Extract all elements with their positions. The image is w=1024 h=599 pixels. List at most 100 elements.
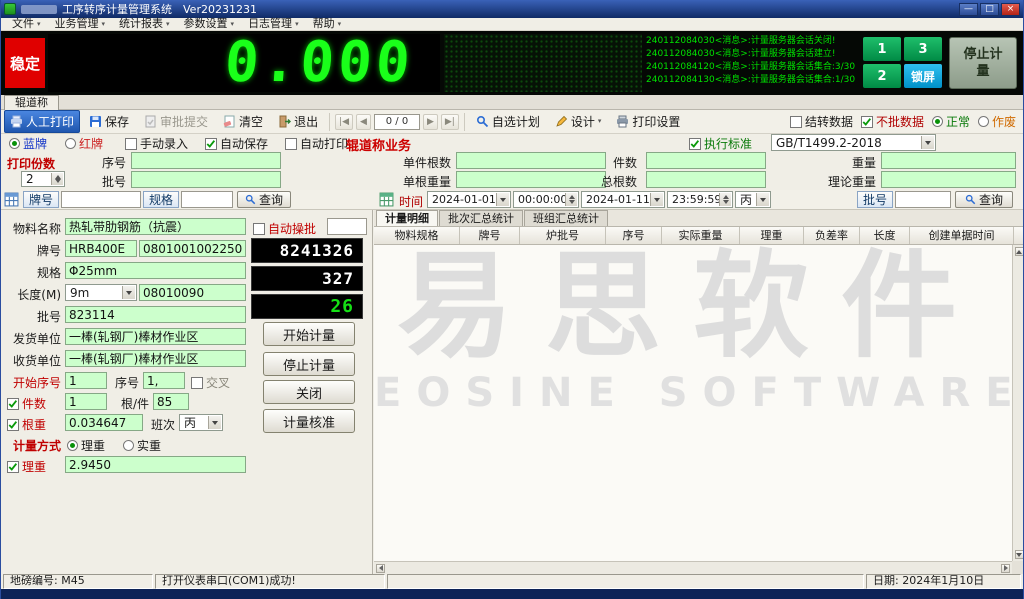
submit-approval-button[interactable]: 审批提交 — [138, 110, 214, 133]
verify-measure-button[interactable]: 计量核准 — [263, 409, 355, 433]
blue-card-radio[interactable] — [9, 138, 20, 149]
bar-weight-checkbox[interactable] — [7, 419, 19, 431]
minimize-button[interactable]: — — [959, 3, 978, 16]
menu-file[interactable]: 文件▾ — [5, 18, 48, 31]
lock-screen-button[interactable]: 锁屏 — [904, 64, 942, 88]
maximize-button[interactable]: □ — [980, 3, 999, 16]
menu-reports[interactable]: 统计报表▾ — [112, 18, 177, 31]
spinner-arrows-icon[interactable] — [719, 193, 731, 206]
brand-code-input[interactable] — [139, 240, 246, 257]
brand-query-input[interactable] — [61, 191, 141, 208]
carryover-checkbox[interactable] — [790, 116, 802, 128]
spec-query-button[interactable]: 规格 — [143, 191, 179, 208]
material-input[interactable] — [65, 218, 246, 235]
column-material-spec[interactable]: 物料规格 — [374, 227, 460, 244]
void-radio[interactable] — [978, 116, 989, 127]
auto-batch-checkbox[interactable] — [253, 223, 265, 235]
weight-input[interactable] — [881, 152, 1016, 169]
length-select[interactable]: 9m — [65, 284, 137, 301]
column-theory-weight[interactable]: 理重 — [740, 227, 804, 244]
standard-select[interactable]: GB/T1499.2-2018 — [771, 134, 936, 151]
start-seq-input[interactable] — [65, 372, 107, 389]
nav-next-button[interactable]: ▶ — [423, 114, 438, 130]
batch-query-input[interactable] — [895, 191, 951, 208]
spinner-arrows-icon[interactable] — [565, 193, 577, 206]
brand-input[interactable] — [65, 240, 137, 257]
manual-entry-checkbox[interactable] — [125, 138, 137, 150]
close-panel-button[interactable]: 关闭 — [263, 380, 355, 404]
theory-weight-value-input[interactable] — [65, 456, 246, 473]
print-setup-button[interactable]: 打印设置 — [610, 110, 686, 133]
seq-input[interactable] — [131, 152, 281, 169]
shift-select[interactable]: 丙 — [179, 414, 223, 431]
nav-first-button[interactable]: |◀ — [335, 114, 353, 130]
standard-checkbox[interactable] — [689, 138, 701, 150]
menu-settings[interactable]: 参数设置▾ — [177, 18, 242, 31]
normal-radio[interactable] — [932, 116, 943, 127]
time-from-stepper[interactable]: 00:00:00 — [513, 191, 579, 208]
column-deviation[interactable]: 负差率 — [804, 227, 860, 244]
menu-help[interactable]: 帮助▾ — [306, 18, 349, 31]
batch-input[interactable] — [131, 171, 281, 188]
start-measure-button[interactable]: 开始计量 — [263, 322, 355, 346]
receiver-input[interactable] — [65, 350, 246, 367]
method-theory-radio[interactable] — [67, 440, 78, 451]
time-to-stepper[interactable]: 23:59:59 — [667, 191, 733, 208]
clear-button[interactable]: 清空 — [217, 110, 269, 133]
date-from-picker[interactable]: 2024-01-01 — [427, 191, 511, 208]
column-seq[interactable]: 序号 — [606, 227, 662, 244]
batch-query-button[interactable]: 批号 — [857, 191, 893, 208]
pieces-checkbox[interactable] — [7, 398, 19, 410]
auto-print-checkbox[interactable] — [285, 138, 297, 150]
plan-select-button[interactable]: 自选计划 — [470, 110, 546, 133]
total-bars-input[interactable] — [646, 171, 766, 188]
save-button[interactable]: 保存 — [83, 110, 135, 133]
scroll-left-button[interactable] — [376, 564, 385, 573]
column-actual-weight[interactable]: 实际重量 — [662, 227, 740, 244]
method-actual-radio[interactable] — [123, 440, 134, 451]
column-furnace-batch[interactable]: 炉批号 — [520, 227, 606, 244]
tab-shift-summary[interactable]: 班组汇总统计 — [524, 210, 608, 226]
column-length[interactable]: 长度 — [860, 227, 910, 244]
grid-body[interactable]: 易思软件 EOSINE SOFTWARE — [374, 245, 1012, 561]
theory-weight-checkbox[interactable] — [7, 461, 19, 473]
nav-last-button[interactable]: ▶| — [441, 114, 459, 130]
nav-prev-button[interactable]: ◀ — [356, 114, 371, 130]
seq-no-input[interactable] — [143, 372, 185, 389]
auto-save-checkbox[interactable] — [205, 138, 217, 150]
column-create-time[interactable]: 创建单据时间 — [910, 227, 1014, 244]
column-brand[interactable]: 牌号 — [460, 227, 520, 244]
exit-button[interactable]: 退出 — [272, 110, 324, 133]
search-left-button[interactable]: 查询 — [237, 191, 291, 208]
tab-batch-summary[interactable]: 批次汇总统计 — [439, 210, 523, 226]
manual-print-button[interactable]: 人工打印 — [4, 110, 80, 133]
menu-business[interactable]: 业务管理▾ — [48, 18, 113, 31]
pieces-count-input[interactable] — [646, 152, 766, 169]
design-button[interactable]: 设计 ▾ — [549, 110, 608, 133]
spec-input[interactable] — [65, 262, 246, 279]
red-card-radio[interactable] — [65, 138, 76, 149]
bar-weight-value-input[interactable] — [65, 414, 143, 431]
length-code-input[interactable] — [139, 284, 246, 301]
stop-measure-button[interactable]: 停止计量 — [949, 37, 1017, 89]
date-to-picker[interactable]: 2024-01-11 — [581, 191, 665, 208]
vertical-scrollbar[interactable] — [1012, 245, 1024, 561]
per-piece-input[interactable] — [153, 393, 189, 410]
cross-checkbox[interactable] — [191, 377, 203, 389]
exclude-batch-checkbox[interactable] — [861, 116, 873, 128]
spec-query-input[interactable] — [181, 191, 233, 208]
sender-input[interactable] — [65, 328, 246, 345]
tab-roller-scale[interactable]: 辊道称 — [4, 95, 59, 110]
tab-measure-detail[interactable]: 计量明细 — [376, 210, 438, 226]
shift-filter-select[interactable]: 丙 — [735, 191, 771, 208]
scroll-down-button[interactable] — [1015, 550, 1024, 559]
batch-no-input[interactable] — [65, 306, 246, 323]
menu-logs[interactable]: 日志管理▾ — [241, 18, 306, 31]
horizontal-scrollbar[interactable] — [374, 561, 1012, 574]
scroll-right-button[interactable] — [1001, 564, 1010, 573]
brand-query-button[interactable]: 牌号 — [23, 191, 59, 208]
search-right-button[interactable]: 查询 — [955, 191, 1013, 208]
scroll-up-button[interactable] — [1015, 247, 1024, 256]
pieces-input[interactable] — [65, 393, 107, 410]
theory-weight-input[interactable] — [881, 171, 1016, 188]
